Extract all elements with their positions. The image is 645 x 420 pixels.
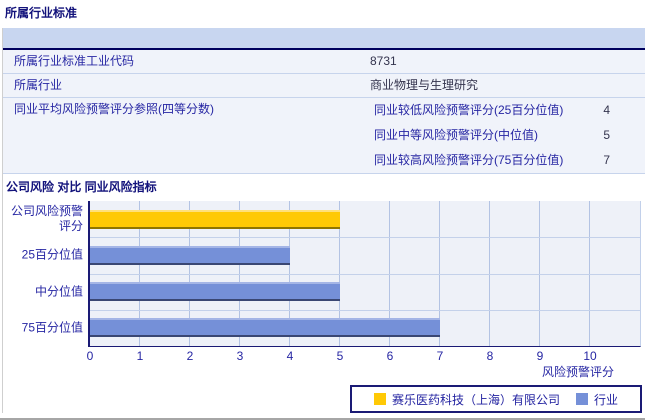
row-value: 同业较低风险预警评分(25百分位值) 4 同业中等风险预警评分(中位值) 5 同业较高风… — [358, 98, 645, 173]
band-separator — [90, 237, 640, 239]
table-row: 所属行业标准工业代码 8731 — [3, 50, 645, 74]
row-label: 所属行业标准工业代码 — [14, 54, 135, 68]
chart-legend: 赛乐医药科技（上海）有限公司 行业 — [350, 385, 642, 413]
x-axis-label: 风险预警评分 — [541, 365, 614, 379]
bar-company — [90, 209, 340, 229]
x-tick-label: 10 — [583, 349, 597, 363]
bar-industry — [90, 245, 290, 265]
category-label: 中分位值 — [34, 284, 83, 299]
x-tick-label: 9 — [536, 349, 544, 363]
legend-item: 赛乐医药科技（上海）有限公司 — [373, 391, 560, 408]
sub-row-value: 5 — [603, 128, 610, 142]
row-label: 同业平均风险预警评分参照(四等分数) — [14, 102, 214, 116]
row-value: 商业物理与生理研究 — [370, 78, 479, 92]
table-row: 同业平均风险预警评分参照(四等分数) 同业较低风险预警评分(25百分位值) 4 同业中… — [3, 98, 645, 174]
x-tick-label: 7 — [436, 349, 444, 363]
legend-label: 行业 — [594, 392, 619, 407]
band-separator — [90, 309, 640, 311]
category-label: 75百分位值 — [21, 320, 83, 335]
report-page: { "section1": { "title": "所属行业标准" }, "in… — [0, 0, 645, 420]
sub-row-label: 同业较高风险预警评分(75百分位值) — [374, 153, 564, 167]
band-separator — [90, 273, 640, 275]
sub-row-label: 同业较低风险预警评分(25百分位值) — [374, 103, 564, 117]
sub-row: 同业中等风险预警评分(中位值) 5 — [370, 123, 645, 148]
section-title-industry-standard: 所属行业标准 — [5, 6, 78, 20]
sub-row: 同业较低风险预警评分(25百分位值) 4 — [370, 98, 645, 123]
x-tick-label: 5 — [336, 349, 344, 363]
industry-table: 所属行业标准工业代码 8731 所属行业 商业物理与生理研究同业平均风险预警评分参照(… — [3, 28, 645, 174]
legend-label: 赛乐医药科技（上海）有限公司 — [391, 392, 560, 407]
x-tick-label: 3 — [236, 349, 244, 363]
x-tick-label: 0 — [86, 349, 94, 363]
sub-row-label: 同业中等风险预警评分(中位值) — [374, 128, 538, 142]
x-tick-label: 1 — [136, 349, 144, 363]
row-value: 8731 — [370, 54, 397, 68]
category-label: 公司风险预警评分 — [10, 204, 83, 234]
section-title-risk-comparison: 公司风险 对比 同业风险指标 — [6, 180, 157, 194]
bar-industry — [90, 282, 340, 302]
x-tick-label: 2 — [186, 349, 194, 363]
legend-item: 行业 — [576, 391, 618, 408]
risk-comparison-chart: 公司风险预警评分 25百分位值中分位值 75百分位值 0 1 2 3 4 5 6 7 8 9 10 风险… — [3, 201, 645, 379]
content-area: 所属行业标准工业代码 8731 所属行业 商业物理与生理研究 同业平均风险预警评分参照(… — [2, 28, 645, 413]
sub-row-value: 7 — [603, 153, 610, 167]
table-header-row — [3, 28, 645, 50]
industry-table-rows: 所属行业标准工业代码 8731 所属行业 商业物理与生理研究同业平均风险预警评分参照(… — [3, 50, 645, 174]
sub-row: 同业较高风险预警评分(75百分位值) 7 — [370, 148, 645, 173]
sub-row-value: 4 — [603, 103, 610, 117]
category-label: 25百分位值 — [21, 247, 83, 262]
x-tick-label: 6 — [386, 349, 394, 363]
bar-industry — [90, 318, 440, 338]
x-tick-label: 4 — [286, 349, 294, 363]
legend-swatch — [373, 393, 386, 405]
x-tick-label: 8 — [486, 349, 494, 363]
table-row: 所属行业 商业物理与生理研究 — [3, 74, 645, 98]
legend-swatch — [576, 393, 588, 405]
plot-area — [88, 201, 641, 347]
row-label: 所属行业 — [14, 78, 63, 92]
